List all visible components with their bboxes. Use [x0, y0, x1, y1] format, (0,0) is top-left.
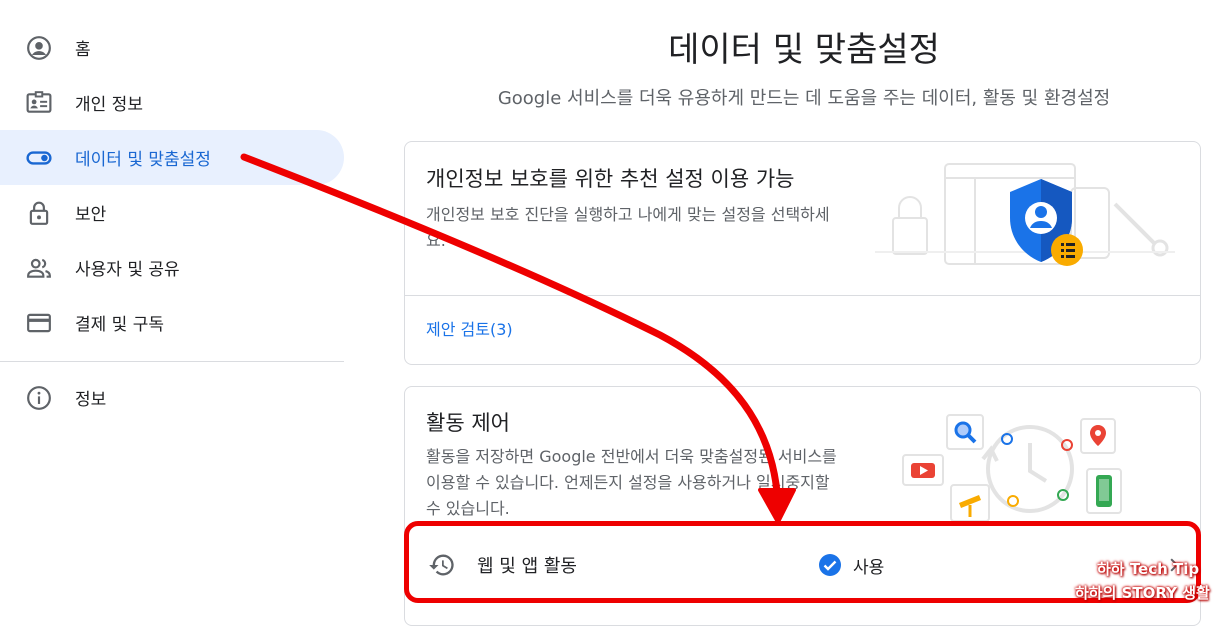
- sidebar-item-label: 데이터 및 맞춤설정: [75, 150, 211, 170]
- sidebar-item-about[interactable]: 정보: [0, 370, 344, 425]
- activity-label: 웹 및 앱 활동: [477, 556, 577, 577]
- sidebar-item-label: 홈: [75, 40, 91, 60]
- sidebar-item-label: 결제 및 구독: [75, 315, 165, 335]
- sidebar-item-payments[interactable]: 결제 및 구독: [0, 295, 344, 350]
- page-title: 데이터 및 맞춤설정: [668, 30, 940, 70]
- sidebar-item-people-sharing[interactable]: 사용자 및 공유: [0, 240, 344, 295]
- check-circle-icon: [819, 554, 841, 576]
- page-subtitle: Google 서비스를 더욱 유용하게 만드는 데 도움을 주는 데이터, 활동…: [497, 88, 1111, 109]
- sidebar-item-label: 보안: [75, 205, 107, 225]
- card-divider: [405, 295, 1200, 296]
- sidebar-divider: [0, 361, 344, 362]
- lock-icon: [29, 201, 49, 225]
- card-title: 활동 제어: [426, 411, 510, 435]
- card-description: 개인정보 보호 진단을 실행하고 나에게 맞는 설정을 선택하세요.: [426, 205, 830, 250]
- people-icon: [27, 258, 51, 278]
- sidebar-item-home[interactable]: 홈: [0, 20, 344, 75]
- sidebar-item-data-personalization[interactable]: 데이터 및 맞춤설정: [0, 130, 344, 185]
- account-circle-icon: [27, 35, 51, 60]
- sidebar-item-security[interactable]: 보안: [0, 185, 344, 240]
- activity-status: 사용: [853, 558, 885, 578]
- id-card-icon: [26, 90, 52, 113]
- privacy-recommendation-card: 개인정보 보호를 위한 추천 설정 이용 가능 개인정보 보호 진단을 실행하고…: [404, 141, 1201, 365]
- history-icon: [429, 554, 454, 576]
- chevron-right-icon[interactable]: [1164, 555, 1184, 575]
- sidebar-nav: 홈 개인 정보 데이터 및 맞춤설정 보안 사용자 및 공유 결제 및 구독 정…: [0, 0, 344, 609]
- activity-illustration: [902, 414, 1122, 522]
- credit-card-icon: [27, 313, 51, 332]
- card-description: 활동을 저장하면 Google 전반에서 더욱 맞춤설정된 서비스를 이용할 수…: [426, 447, 837, 518]
- review-suggestions-link[interactable]: 제안 검토(3): [426, 316, 513, 340]
- privacy-shield-illustration: [875, 163, 1175, 266]
- sidebar-item-label: 개인 정보: [75, 95, 143, 115]
- web-app-activity-row[interactable]: 웹 및 앱 활동 사용: [404, 521, 1201, 607]
- sidebar-item-label: 사용자 및 공유: [75, 260, 180, 280]
- info-icon: [27, 385, 51, 410]
- toggle-icon: [26, 150, 52, 165]
- sidebar-item-personal-info[interactable]: 개인 정보: [0, 75, 344, 130]
- card-title: 개인정보 보호를 위한 추천 설정 이용 가능: [426, 167, 795, 191]
- sidebar-item-label: 정보: [75, 390, 107, 410]
